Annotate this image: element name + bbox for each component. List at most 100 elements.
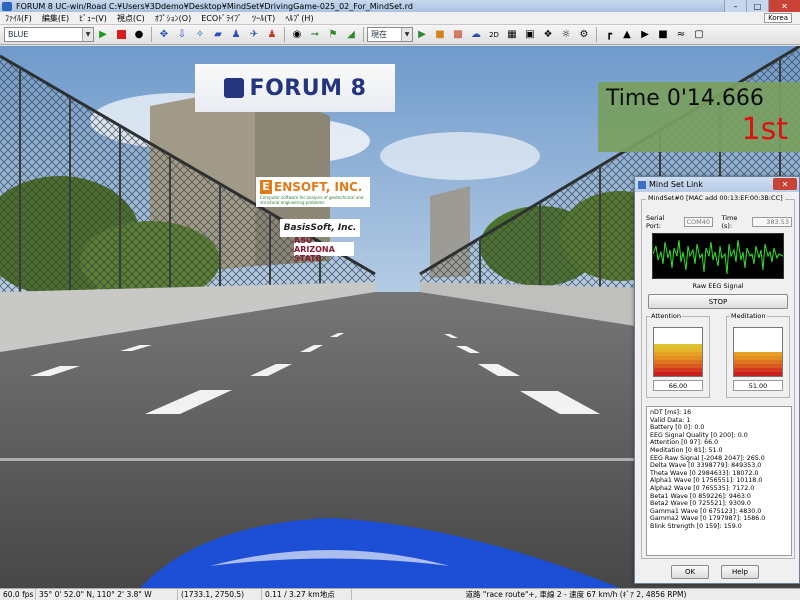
walk-icon[interactable]: ♟: [228, 27, 244, 43]
scenario-combo[interactable]: BLUE ▼: [4, 27, 94, 42]
road-icon[interactable]: ◢: [343, 27, 359, 43]
menu-viewpoint[interactable]: 視点(C): [112, 13, 150, 24]
forum8-logo-icon: [223, 78, 244, 98]
stat-line: Theta Wave [0 2984633]: 18072.0: [650, 469, 759, 477]
menu-file[interactable]: ﾌｧｲﾙ(F): [0, 13, 37, 24]
meter-segment: [734, 372, 782, 376]
stamp-icon[interactable]: ■: [655, 27, 671, 43]
play-button[interactable]: ▶: [95, 27, 111, 43]
menu-tools[interactable]: ﾂｰﾙ(T): [247, 13, 280, 24]
race-time-overlay: Time 0'14.666 1st: [598, 82, 800, 152]
stat-line: Meditation [0 81]: 51.0: [650, 446, 723, 454]
asu-billboard-text: ASU ARIZONA STATE: [294, 235, 335, 263]
menu-eco-drive[interactable]: ECOﾄﾞﾗｲﾌﾞ: [196, 13, 247, 24]
forum8-billboard-text: FORUM 8: [249, 75, 367, 101]
scene-icon[interactable]: ▲: [619, 27, 635, 43]
move-down-icon[interactable]: ⇩: [174, 27, 190, 43]
compass-icon[interactable]: ❖: [540, 27, 556, 43]
menu-options[interactable]: ｵﾌﾟｼｮﾝ(O): [150, 13, 197, 24]
dialog-title-bar[interactable]: Mind Set Link ✕: [635, 177, 799, 192]
ensoft-billboard-text: ENSOFT, INC.: [274, 179, 363, 194]
ok-button[interactable]: OK: [671, 565, 709, 579]
settings-icon[interactable]: ⚙: [576, 27, 592, 43]
meditation-meter: Meditation 51.00: [726, 312, 790, 398]
asu-billboard: ASU ARIZONA STATE: [294, 236, 354, 263]
stop-eeg-button[interactable]: STOP: [648, 294, 788, 309]
time-field[interactable]: 383.53: [752, 217, 792, 227]
meter-segment: [654, 372, 702, 376]
dialog-close-button[interactable]: ✕: [773, 178, 797, 190]
close-button[interactable]: ✕: [768, 0, 800, 12]
sun-icon[interactable]: ☼: [558, 27, 574, 43]
toolbar-separator: [363, 27, 364, 42]
chevron-down-icon[interactable]: ▼: [82, 28, 93, 41]
attention-value: 66.00: [653, 380, 703, 391]
stat-line: Delta Wave [0 3398779]: 849353.0: [650, 462, 762, 470]
meditation-value: 51.00: [733, 380, 783, 391]
marker-icon[interactable]: ■: [432, 27, 448, 43]
raw-eeg-label: Raw EEG Signal: [692, 282, 744, 290]
forum8-billboard: FORUM 8: [195, 64, 395, 112]
toolbar-separator: [284, 27, 285, 42]
wave-icon[interactable]: ≈: [673, 27, 689, 43]
meditation-bar: [733, 327, 783, 377]
ensoft-tagline: Computer software for analysis of geotec…: [260, 194, 364, 205]
go-icon[interactable]: ▶: [414, 27, 430, 43]
menu-bar: ﾌｧｲﾙ(F) 編集(E) ﾋﾞｭｰ(V) 視点(C) ｵﾌﾟｼｮﾝ(O) EC…: [0, 12, 800, 25]
stat-line: Valid Data: 1: [650, 416, 691, 424]
sail-icon[interactable]: ▶: [637, 27, 653, 43]
attention-meter: Attention 66.00: [646, 312, 710, 398]
move-icon[interactable]: ✥: [156, 27, 172, 43]
pan-icon[interactable]: ✧: [192, 27, 208, 43]
maximize-button[interactable]: □: [746, 0, 768, 12]
mindset-group: MindSet#0 [MAC add 00:13:EF:00:3B:CC] Se…: [641, 194, 795, 559]
ime-indicator[interactable]: Korea: [764, 13, 792, 23]
stat-line: EEG Signal Quality [0 200]: 0.0: [650, 431, 748, 439]
meditation-label: Meditation: [730, 312, 767, 320]
serial-port-field[interactable]: COM40: [683, 217, 714, 227]
route-icon[interactable]: ➞: [307, 27, 323, 43]
stat-line: Alpha1 Wave [0 1756551]: 10118.0: [650, 477, 763, 485]
app-icon: [2, 1, 12, 11]
viewpoint-combo[interactable]: 現在 ▼: [367, 27, 413, 42]
ensoft-row: E ENSOFT, INC.: [260, 179, 363, 194]
dialog-app-icon: [638, 180, 646, 189]
stat-line: Gamma2 Wave [0 1797987]: 1586.0: [650, 515, 766, 523]
minimize-button[interactable]: –: [724, 0, 746, 12]
raw-eeg-trace: [652, 239, 784, 275]
basissoft-billboard: BasisSoft, Inc.: [280, 219, 360, 237]
chart-icon[interactable]: ▩: [450, 27, 466, 43]
eeg-stats-list[interactable]: nDT [ms]: 16 Valid Data: 1 Battery [0 0]…: [646, 406, 792, 556]
serial-time-row: Serial Port: COM40 Time (s): 383.53: [646, 214, 792, 230]
car-icon[interactable]: ▰: [210, 27, 226, 43]
menu-help[interactable]: ﾍﾙﾌﾟ(H): [280, 13, 318, 24]
stat-line: Gamma1 Wave [0 675123]: 4830.0: [650, 507, 762, 515]
toolbar-separator: [151, 27, 152, 42]
window-title: FORUM 8 UC-win/Road C:¥Users¥3Ddemo¥Desk…: [16, 1, 413, 11]
flag-icon[interactable]: ⚑: [325, 27, 341, 43]
fly-icon[interactable]: ✈: [246, 27, 262, 43]
person-icon[interactable]: ♟: [264, 27, 280, 43]
menu-view[interactable]: ﾋﾞｭｰ(V): [74, 13, 112, 24]
stat-line: nDT [ms]: 16: [650, 409, 692, 416]
cloud: [380, 132, 540, 180]
race-rank: 1st: [741, 112, 788, 147]
cloud-icon[interactable]: ☁: [468, 27, 484, 43]
menu-edit[interactable]: 編集(E): [37, 13, 74, 24]
grid-icon[interactable]: ▦: [504, 27, 520, 43]
attention-bar: [653, 327, 703, 377]
vehicle-icon[interactable]: ▣: [522, 27, 538, 43]
basissoft-billboard-text: BasisSoft, Inc.: [283, 223, 357, 233]
chevron-down-icon[interactable]: ▼: [401, 28, 412, 41]
window-icon[interactable]: ▢: [691, 27, 707, 43]
record-button[interactable]: ●: [131, 27, 147, 43]
help-button[interactable]: Help: [721, 565, 759, 579]
title-bar: FORUM 8 UC-win/Road C:¥Users¥3Ddemo¥Desk…: [0, 0, 800, 12]
steering-wheel-icon[interactable]: ◉: [289, 27, 305, 43]
stop-button[interactable]: [113, 27, 129, 43]
measure-icon[interactable]: ┏: [601, 27, 617, 43]
race-time: Time 0'14.666: [606, 86, 764, 111]
toolbar-separator: [596, 27, 597, 42]
stat-line: Beta2 Wave [0 725521]: 9309.0: [650, 500, 751, 508]
2d-view-icon[interactable]: 2D: [486, 27, 502, 43]
